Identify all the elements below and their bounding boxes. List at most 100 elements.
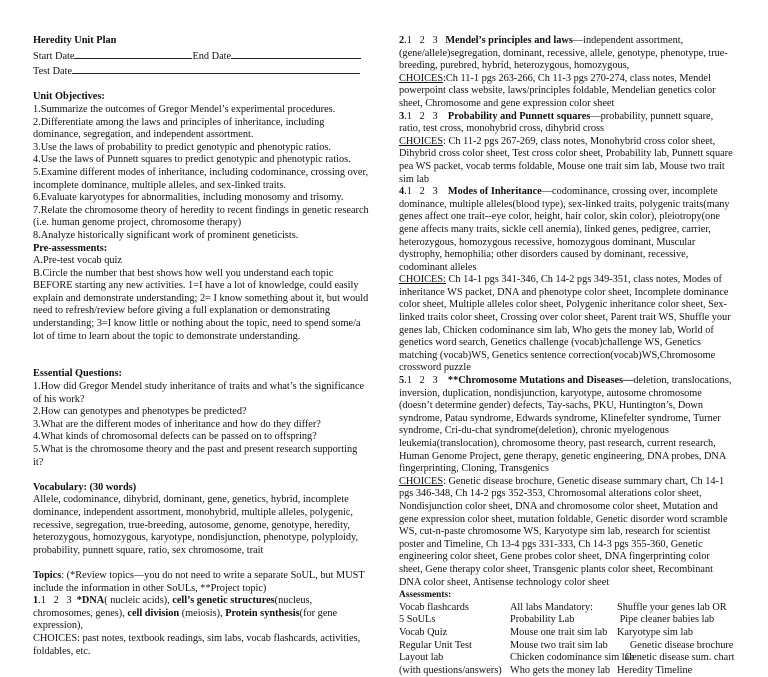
assessment-cell: Heredity Timeline [617, 664, 693, 676]
topics-heading: Topics [33, 569, 62, 581]
start-date-field[interactable] [74, 48, 193, 59]
topic-text: ( nucleic acids), [104, 595, 173, 607]
objective-item: 7.Relate the chromosome theory of heredi… [33, 204, 369, 229]
choices-text: : Ch 11-2 pgs 267-269, class notes, Mono… [399, 135, 733, 185]
assessment-cell: Probability Lab [510, 614, 575, 626]
topic-keyword: cell’s genetic structures [172, 595, 275, 607]
topic-text: —codominance, crossing over, incomplete … [399, 186, 730, 273]
objective-item: 4.Use the laws of Punnett squares to pre… [33, 154, 351, 166]
assessments-table: Vocab flashcards All labs Mandatory: Shuff… [399, 602, 735, 677]
document-title: Heredity Unit Plan [33, 35, 117, 46]
topic-keyword: Probability and Punnett squares [447, 110, 591, 122]
choices-text: Ch 14-1 pgs 341-346, Ch 14-2 pgs 349-351… [399, 274, 731, 374]
topic-choices: CHOICES: Ch 14-1 pgs 341-346, Ch 14-2 pg… [399, 274, 735, 375]
assessment-cell: Mouse two trait sim lab [510, 639, 608, 651]
start-end-date-row: Start Date End Date [33, 48, 369, 64]
assessment-row: Regular Unit Test Mouse two trait sim lab… [399, 640, 735, 653]
assessment-row: (with questions/answers) Who gets the mon… [399, 665, 735, 677]
choices-label: CHOICES [399, 72, 444, 84]
topic-rating-scale: .1 2 3 [404, 186, 448, 198]
end-date-field[interactable] [231, 48, 362, 59]
assessment-row: Vocab flashcards All labs Mandatory: Shuff… [399, 602, 735, 615]
topic-keyword: Protein synthesis [225, 607, 300, 619]
topic-choices: CHOICES:Ch 11-1 pgs 263-266, Ch 11-3 pgs… [399, 73, 735, 111]
topic-item: 3.1 2 3 Probability and Punnett squares—… [399, 111, 735, 187]
essential-questions-heading: Essential Questions: [33, 368, 122, 380]
end-date-label: End Date [192, 50, 232, 62]
test-date-field[interactable] [72, 63, 361, 75]
assessment-cell: All labs Mandatory: [510, 601, 593, 613]
assessment-cell: Who gets the money lab [510, 664, 611, 676]
assessment-cell: Genetic disease sum. chart [617, 652, 735, 664]
vocabulary-heading: Vocabulary: (30 words) [33, 481, 137, 493]
choices-text: : past notes, textbook readings, sim lab… [33, 632, 361, 657]
assessment-cell: Shuffle your genes lab OR [617, 601, 727, 613]
essential-question-item: 4.What kinds of chromosomal defects can … [33, 431, 317, 443]
topic-rating-scale: .1 2 3 [404, 110, 448, 122]
choices-label: CHOICES: [399, 274, 446, 286]
choices-text: : Genetic disease brochure, Genetic dise… [399, 475, 728, 588]
topic-description: 4.1 2 3 Modes of Inheritance—codominance… [399, 186, 735, 274]
assessment-cell: Layout lab [399, 652, 444, 664]
assessment-cell: Vocab flashcards [399, 601, 469, 613]
assessment-cell: 5 SoULs [399, 614, 436, 626]
vocabulary-list: Allele, codominance, dihybrid, dominant,… [33, 494, 359, 556]
objective-item: 8.Analyze historically significant work … [33, 229, 299, 241]
assessments-heading: Assessments: [399, 590, 452, 601]
objective-item: 1.Summarize the outcomes of Gregor Mende… [33, 103, 336, 115]
objective-item: 3.Use the laws of probability to predict… [33, 141, 331, 153]
assessment-cell: Regular Unit Test [399, 639, 472, 651]
topic-choices: CHOICES: Ch 11-2 pgs 267-269, class note… [399, 136, 735, 186]
pre-assessment-item: B.Circle the number that best shows how … [33, 267, 369, 342]
assessment-cell: Karyotype sim lab [617, 626, 694, 638]
topic-rating-scale: .1 2 3 [404, 35, 446, 46]
essential-question-item: 5.What is the chromosome theory and the … [33, 444, 358, 468]
assessment-cell: Chicken codominance sim lab [510, 652, 635, 664]
left-column: Heredity Unit Plan Start Date End Date Te… [33, 35, 369, 658]
topic-keyword: *DNA [76, 595, 105, 607]
topic-description: 3.1 2 3 Probability and Punnett squares—… [399, 111, 735, 136]
objective-item: 5.Examine different modes of inheritance… [33, 166, 369, 191]
assessment-cell: Pipe cleaner babies lab [617, 614, 715, 626]
objectives-list: 1.Summarize the outcomes of Gregor Mende… [33, 104, 369, 243]
topic-item: 1.1 2 3 *DNA( nucleic acids), cell’s gen… [33, 595, 369, 658]
topic-description: 1.1 2 3 *DNA( nucleic acids), cell’s gen… [33, 595, 369, 633]
objective-item: 6.Evaluate karyotypes for abnormalities,… [33, 192, 344, 204]
pre-assessment-item: A.Pre-test vocab quiz [33, 255, 122, 267]
assessment-cell: Genetic disease brochure [617, 639, 734, 651]
topic-keyword: cell division [127, 607, 180, 619]
topic-text: deletion, translocations, inversion, dup… [399, 375, 732, 475]
topics-intro-paragraph: Topics: (*Review topics—you do not need … [33, 570, 369, 595]
choices-label: CHOICES [399, 475, 444, 487]
assessment-cell: (with questions/answers) [399, 664, 502, 676]
essential-question-item: 2.How can genotypes and phenotypes be pr… [33, 406, 247, 418]
assessment-cell: Mouse one trait sim lab [510, 626, 608, 638]
choices-text: :Ch 11-1 pgs 263-266, Ch 11-3 pgs 270-27… [399, 72, 716, 109]
right-column: 2.1 2 3 Mendel’s principles and laws—ind… [399, 35, 735, 677]
topic-item: 2.1 2 3 Mendel’s principles and laws—ind… [399, 35, 735, 111]
pre-assessments-heading: Pre-assessments: [33, 242, 108, 254]
objectives-heading: Unit Objectives: [33, 91, 105, 103]
test-date-row: Test Date [33, 63, 369, 79]
objective-item: 2.Differentiate among the laws and princ… [33, 116, 325, 141]
choices-label: CHOICES [399, 135, 444, 147]
topic-rating-scale: .1 2 3 [404, 375, 448, 387]
topic-keyword: Modes of Inheritance [447, 186, 542, 198]
topic-rating-scale: .1 2 3 [38, 595, 77, 607]
choices-label: CHOICES [33, 632, 78, 644]
topics-intro: : (*Review topics—you do not need to wri… [33, 569, 365, 594]
topic-choices: CHOICES: Genetic disease brochure, Genet… [399, 476, 735, 589]
topic-item: 5.1 2 3 **Chromosome Mutations and Disea… [399, 375, 735, 589]
assessment-row: Vocab Quiz Mouse one trait sim lab Karyoty… [399, 627, 735, 640]
essential-question-item: 1.How did Gregor Mendel study inheritanc… [33, 381, 365, 405]
test-date-label: Test Date [33, 66, 73, 78]
assessment-row: 5 SoULs Probability Lab Pipe cleaner babi… [399, 614, 735, 627]
essential-question-item: 3.What are the different modes of inheri… [33, 418, 321, 430]
topic-keyword: **Chromosome Mutations and Diseases— [447, 375, 634, 387]
topic-choices: CHOICES: past notes, textbook readings, … [33, 633, 369, 658]
topic-description: 2.1 2 3 Mendel’s principles and laws—ind… [399, 35, 735, 73]
assessment-row: Layout lab Chicken codominance sim lab Ge… [399, 652, 735, 665]
topic-keyword: Mendel’s principles and laws [445, 35, 573, 46]
assessment-cell: Vocab Quiz [399, 626, 448, 638]
start-date-label: Start Date [33, 50, 75, 62]
